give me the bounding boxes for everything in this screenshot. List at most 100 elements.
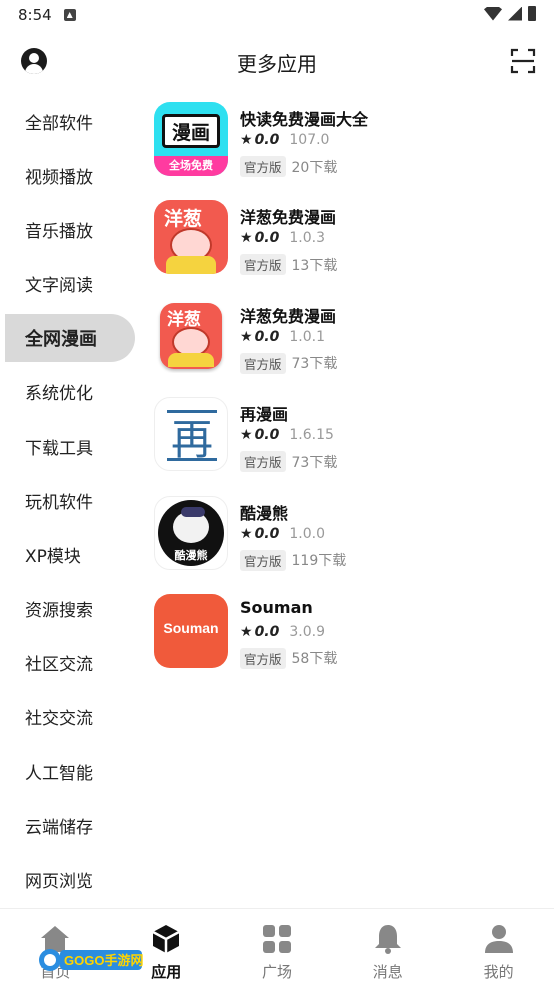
app-tags: 官方版 20下载: [240, 156, 337, 177]
tab-profile[interactable]: 我的: [443, 909, 554, 984]
list-item[interactable]: Souman Souman ★ 0.0 3.0.9 官方版 58下载: [154, 592, 546, 690]
sidebar-item-browser[interactable]: 网页浏览: [0, 852, 140, 906]
app-meta: ★ 0.0 107.0: [240, 132, 329, 148]
nav-label: 我的: [483, 963, 514, 981]
kuman-bear-icon[interactable]: 酷漫熊: [154, 495, 228, 570]
scan-icon[interactable]: [510, 48, 536, 74]
official-badge: 官方版: [240, 451, 286, 473]
wifi-icon: [484, 6, 502, 21]
battery-icon: [528, 6, 536, 21]
header: 更多应用: [0, 34, 554, 88]
page-title: 更多应用: [237, 52, 317, 76]
list-item[interactable]: 再 再漫画 ★ 0.0 1.6.15 官方版 73下载: [154, 395, 546, 493]
status-time: 8:54: [18, 6, 52, 24]
sidebar-item-video[interactable]: 视频播放: [0, 148, 140, 202]
status-bar: 8:54: [0, 0, 554, 30]
download-count: 73下载: [291, 356, 338, 373]
app-list: 漫画 全场免费 快读免费漫画大全 ★ 0.0 107.0 官方版 20下载 洋葱…: [154, 100, 546, 690]
app-tags: 官方版 73下载: [240, 451, 338, 473]
sidebar-item-all-software[interactable]: 全部软件: [0, 94, 140, 148]
sidebar-item-download[interactable]: 下载工具: [0, 419, 140, 473]
app-rating: 0.0: [254, 623, 280, 640]
onion-comic-icon[interactable]: 洋葱: [154, 298, 228, 373]
list-item[interactable]: 酷漫熊 酷漫熊 ★ 0.0 1.0.0 官方版 119下载: [154, 494, 546, 592]
star-icon: ★: [240, 427, 253, 444]
star-icon: ★: [240, 132, 253, 148]
star-icon: ★: [240, 230, 253, 247]
sidebar-item-music[interactable]: 音乐播放: [0, 202, 140, 256]
download-count: 58下载: [291, 651, 338, 668]
app-rating: 0.0: [254, 328, 280, 345]
status-icons: [484, 6, 536, 21]
souman-icon[interactable]: Souman: [154, 593, 228, 668]
nav-label: 消息: [372, 963, 403, 981]
category-sidebar: 全部软件 视频播放 音乐播放 文字阅读 全网漫画 系统优化 下载工具 玩机软件 …: [0, 94, 140, 907]
app-tags: 官方版 13下载: [240, 254, 338, 276]
app-tags: 官方版 73下载: [240, 352, 338, 374]
download-count: 13下载: [291, 257, 338, 274]
sidebar-item-social[interactable]: 社交交流: [0, 690, 140, 744]
official-badge: 官方版: [240, 352, 286, 374]
app-rating: 0.0: [254, 230, 280, 247]
zai-comic-icon[interactable]: 再: [154, 397, 228, 472]
official-badge: 官方版: [240, 647, 286, 669]
bell-icon: [374, 925, 401, 954]
star-icon: ★: [240, 525, 253, 542]
app-name[interactable]: 快读免费漫画大全: [240, 106, 368, 130]
app-meta: ★ 0.0 1.0.1: [240, 329, 325, 345]
download-count: 20下载: [291, 159, 338, 176]
app-name[interactable]: 洋葱免费漫画: [240, 204, 336, 228]
person-icon: [484, 925, 513, 953]
nav-label: 应用: [151, 963, 182, 981]
download-count: 119下载: [291, 553, 347, 570]
grid-icon: [262, 925, 291, 953]
sidebar-item-xp-module[interactable]: XP模块: [0, 527, 140, 581]
download-count: 73下载: [291, 454, 338, 471]
app-version: 1.0.3: [289, 230, 325, 247]
tab-square[interactable]: 广场: [222, 909, 333, 984]
sidebar-item-ai[interactable]: 人工智能: [0, 744, 140, 798]
gogo-watermark-logo: GOGO手游网: [39, 949, 143, 971]
app-name[interactable]: 酷漫熊: [240, 500, 288, 524]
app-version: 1.0.1: [289, 328, 325, 345]
app-version: 1.0.0: [289, 525, 325, 542]
sidebar-item-resource-search[interactable]: 资源搜索: [0, 582, 140, 636]
svg-text:GOGO手游网: GOGO手游网: [64, 953, 143, 968]
app-name[interactable]: Souman: [240, 598, 313, 617]
sidebar-item-comics[interactable]: 全网漫画: [5, 313, 135, 362]
app-version: 1.6.15: [289, 427, 334, 444]
app-name[interactable]: 再漫画: [240, 401, 288, 425]
official-badge: 官方版: [240, 549, 286, 571]
signal-icon: [508, 6, 522, 21]
app-meta: ★ 0.0 1.0.3: [240, 230, 325, 246]
sidebar-item-cloud-storage[interactable]: 云端储存: [0, 798, 140, 852]
sidebar-item-system[interactable]: 系统优化: [0, 365, 140, 419]
app-version: 107.0: [289, 132, 330, 148]
app-tags: 官方版 58下载: [240, 647, 338, 669]
star-icon: ★: [240, 623, 253, 640]
app-rating: 0.0: [254, 427, 280, 444]
kuaidu-comic-icon[interactable]: 漫画 全场免费: [154, 102, 228, 176]
list-item[interactable]: 漫画 全场免费 快读免费漫画大全 ★ 0.0 107.0 官方版 20下载: [154, 100, 546, 198]
sidebar-item-tweak[interactable]: 玩机软件: [0, 473, 140, 527]
official-badge: 官方版: [240, 254, 286, 276]
app-name[interactable]: 洋葱免费漫画: [240, 303, 336, 327]
nav-label: 广场: [261, 963, 292, 981]
star-icon: ★: [240, 328, 253, 345]
app-rating: 0.0: [254, 132, 280, 148]
official-badge: 官方版: [240, 156, 286, 177]
app-tags: 官方版 119下载: [240, 549, 347, 571]
notification-icon: [63, 9, 76, 21]
onion-comic-icon[interactable]: 洋葱: [154, 200, 228, 275]
tab-messages[interactable]: 消息: [332, 909, 443, 984]
sidebar-item-reading[interactable]: 文字阅读: [0, 257, 140, 311]
app-meta: ★ 0.0 1.6.15: [240, 427, 334, 443]
list-item[interactable]: 洋葱 洋葱免费漫画 ★ 0.0 1.0.1 官方版 73下载: [154, 297, 546, 395]
cube-icon: [152, 925, 180, 953]
app-version: 3.0.9: [289, 623, 325, 640]
sidebar-item-community[interactable]: 社区交流: [0, 636, 140, 690]
app-meta: ★ 0.0 3.0.9: [240, 624, 325, 640]
app-meta: ★ 0.0 1.0.0: [240, 526, 325, 542]
list-item[interactable]: 洋葱 洋葱免费漫画 ★ 0.0 1.0.3 官方版 13下载: [154, 198, 546, 296]
app-rating: 0.0: [254, 525, 280, 542]
